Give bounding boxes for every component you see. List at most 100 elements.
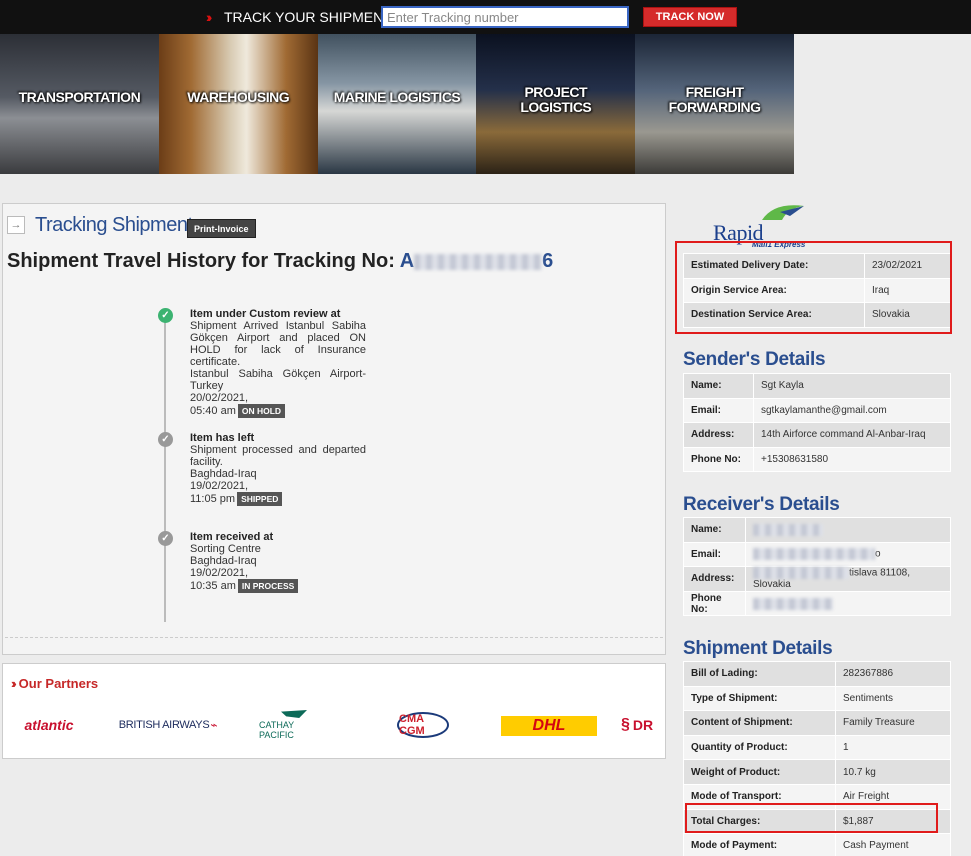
swoosh-icon: ⌁ <box>210 718 218 732</box>
banner-tile-label: PROJECT LOGISTICS <box>520 84 592 115</box>
redacted-block <box>753 548 875 561</box>
row-value: 1 <box>835 734 951 761</box>
row-label: Phone No: <box>683 590 746 617</box>
arrow-right-icon[interactable]: → <box>7 216 25 234</box>
partner-name: CATHAY PACIFIC <box>259 720 295 740</box>
event-description: Sorting Centre <box>190 543 261 555</box>
event-location: Istanbul Sabiha Gökçen Airport-Turkey <box>190 368 366 392</box>
row-value: Air Freight <box>835 783 951 810</box>
table-row: Name: Sgt Kayla <box>683 373 951 399</box>
row-label: Address: <box>683 422 754 448</box>
partner-name: DR <box>632 717 654 733</box>
row-label: Name: <box>683 373 754 399</box>
receiver-table: Name: Email: o Address: tislava 81108, Slo… <box>683 517 951 617</box>
tracking-number-input[interactable] <box>381 6 629 28</box>
row-label: Bill of Lading: <box>683 661 836 687</box>
table-row: Bill of Lading: 282367886 <box>683 661 951 687</box>
row-value: o <box>745 541 951 568</box>
partner-logo-british-airways[interactable]: BRITISH AIRWAYS ⌁ <box>113 710 223 740</box>
row-value <box>745 517 951 543</box>
banner-tile-marine-logistics[interactable]: MARINE LOGISTICS <box>317 34 477 174</box>
table-row: Address: tislava 81108, Slovakia <box>683 566 951 592</box>
tracking-number: A6 <box>400 250 554 272</box>
event-description: Shipment Arrived Istanbul Sabiha Gökçen … <box>190 320 366 368</box>
partner-logo-dr[interactable]: § DR <box>621 710 665 740</box>
double-chevron-icon: ›› <box>11 676 16 691</box>
row-label: Quantity of Product: <box>683 734 836 761</box>
row-label: Type of Shipment: <box>683 685 836 712</box>
row-label: Name: <box>683 517 746 543</box>
cathay-hook-icon <box>281 710 307 718</box>
tracking-number-start: A <box>399 250 415 272</box>
banner-tile-transportation[interactable]: TRANSPORTATION <box>0 34 159 174</box>
redacted-block <box>414 253 543 270</box>
history-heading: Shipment Travel History for Tracking No:… <box>7 250 553 273</box>
partner-logo-dhl[interactable]: DHL <box>501 716 597 736</box>
table-row: Address: 14th Airforce command Al-Anbar-I… <box>683 422 951 448</box>
event-title: Item has left <box>190 432 255 444</box>
top-bar: ›› TRACK YOUR SHIPMENT TRACK NOW <box>0 0 971 34</box>
row-label: Content of Shipment: <box>683 710 836 736</box>
row-value: Slovakia <box>864 302 951 328</box>
row-value: Iraq <box>864 277 951 304</box>
table-row: Mode of Transport: Air Freight <box>683 783 951 810</box>
table-row: Name: <box>683 517 951 543</box>
event-title: Item under Custom review at <box>190 308 341 320</box>
row-label: Email: <box>683 397 754 424</box>
row-label: Mode of Payment: <box>683 833 836 856</box>
partners-section: ›› Our Partners atlantic BRITISH AIRWAYS ⌁… <box>2 663 666 759</box>
event-time: 11:05 pm <box>190 493 236 505</box>
status-badge: SHIPPED <box>237 492 283 506</box>
row-value: Cash Payment <box>835 833 951 856</box>
partner-name: atlantic <box>24 717 74 733</box>
history-heading-text: Shipment Travel History for Tracking No: <box>7 250 395 272</box>
timeline-line <box>164 310 166 622</box>
tracking-number-end: 6 <box>542 250 554 272</box>
table-row: Total Charges: $1,887 <box>683 808 951 835</box>
partner-logo-cma-cgm[interactable]: CMA CGM <box>397 712 449 738</box>
event-time: 05:40 am <box>190 405 236 417</box>
double-chevron-icon: ›› <box>206 9 213 25</box>
row-value: sgtkaylamanthe@gmail.com <box>753 397 951 424</box>
event-date: 20/02/2021, <box>190 392 249 404</box>
partner-name: CMA CGM <box>399 713 425 737</box>
row-label: Email: <box>683 541 746 568</box>
row-label: Weight of Product: <box>683 759 836 785</box>
shipment-table: Bill of Lading: 282367886 Type of Shipmen… <box>683 661 951 856</box>
partner-logo-virgin-atlantic[interactable]: atlantic <box>9 710 89 740</box>
divider <box>5 637 663 638</box>
status-badge: IN PROCESS <box>237 579 299 593</box>
shipment-heading: Shipment Details <box>683 638 833 659</box>
row-label: Estimated Delivery Date: <box>683 253 865 279</box>
row-value: 10.7 kg <box>835 759 951 785</box>
partner-logo-cathay-pacific[interactable]: CATHAY PACIFIC <box>259 710 329 740</box>
redacted-block <box>753 567 849 580</box>
banner-tile-freight-forwarding[interactable]: FREIGHT FORWARDING <box>635 34 794 174</box>
track-now-button[interactable]: TRACK NOW <box>643 7 737 27</box>
row-label: Mode of Transport: <box>683 783 836 810</box>
row-label: Phone No: <box>683 446 754 473</box>
check-circle-icon: ✓ <box>158 432 173 447</box>
banner-tile-warehousing[interactable]: WAREHOUSING <box>158 34 318 174</box>
partners-heading: ›› Our Partners <box>11 676 98 691</box>
table-row: Mode of Payment: Cash Payment <box>683 833 951 856</box>
banner-tile-project-logistics[interactable]: PROJECT LOGISTICS <box>476 34 636 174</box>
row-value: 282367886 <box>835 661 951 687</box>
receiver-heading: Receiver's Details <box>683 494 840 515</box>
row-value: tislava 81108, Slovakia <box>745 566 951 592</box>
table-row: Destination Service Area: Slovakia <box>683 302 951 328</box>
event-location: Baghdad-Iraq <box>190 555 257 567</box>
check-circle-icon: ✓ <box>158 308 173 323</box>
table-row: Email: sgtkaylamanthe@gmail.com <box>683 397 951 424</box>
tracking-title: Tracking Shipment <box>35 214 193 236</box>
row-value <box>745 590 951 617</box>
dragon-icon: § <box>621 716 630 733</box>
print-invoice-button[interactable]: Print-Invoice <box>187 219 256 238</box>
row-label: Address: <box>683 566 746 592</box>
wing-icon <box>762 205 804 220</box>
event-description: Shipment processed and departed facility… <box>190 444 366 468</box>
event-location: Baghdad-Iraq <box>190 468 257 480</box>
event-date: 19/02/2021, <box>190 567 249 579</box>
redacted-block <box>753 523 823 536</box>
row-label: Origin Service Area: <box>683 277 865 304</box>
